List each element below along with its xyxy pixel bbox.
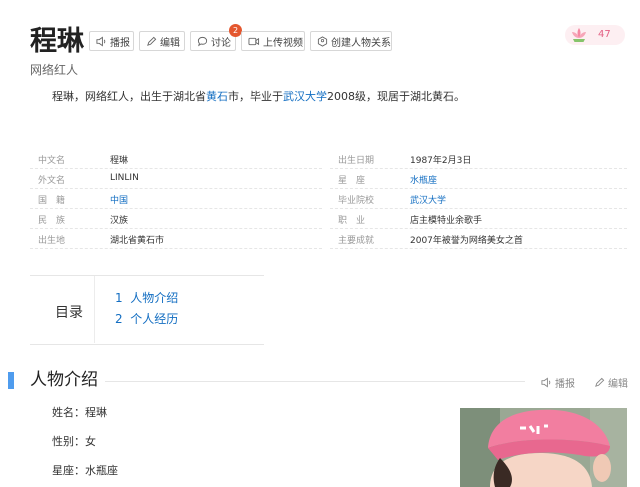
info-row: 国 籍 中国 (30, 189, 322, 209)
info-label: 民 族 (38, 216, 66, 226)
info-value: 湖北省黄石市 (110, 236, 165, 246)
create-relation-label: 创建人物关系 (331, 37, 391, 49)
catalog-divider (94, 276, 95, 343)
catalog-item-text: 个人经历 (130, 312, 179, 326)
chat-bubble-icon (197, 36, 208, 46)
pencil-icon (147, 36, 157, 46)
catalog-item-number: 2 (115, 312, 123, 326)
intro-line: 姓名：程琳 (52, 406, 107, 419)
info-value: 2007年被誉为网络美女之首 (410, 236, 523, 246)
like-count: 47 (598, 29, 611, 40)
info-label: 中文名 (38, 156, 66, 166)
info-value: 汉族 (110, 216, 129, 226)
speaker-icon (96, 35, 106, 47)
link-wuhan-university[interactable]: 武汉大学 (283, 90, 327, 103)
info-row: 外文名 LINLIN (30, 169, 322, 189)
section-edit-button[interactable]: 编辑 (594, 375, 628, 390)
catalog-item[interactable]: 1 人物介绍 (115, 289, 178, 306)
pencil-icon (595, 377, 605, 387)
lotus-icon (572, 28, 586, 42)
intro-line: 星座：水瓶座 (52, 464, 118, 477)
relation-icon (317, 35, 328, 47)
page-title: 程琳 (30, 26, 84, 57)
section-title: 人物介绍 (30, 370, 98, 390)
info-row: 职 业 店主模特业余歌手 (330, 209, 627, 229)
info-value: 店主模特业余歌手 (410, 216, 483, 226)
info-row: 中文名 程琳 (30, 149, 322, 169)
person-photo-image (460, 408, 627, 487)
video-icon (248, 37, 260, 45)
edit-button[interactable]: 编辑 (139, 31, 185, 51)
create-relation-button[interactable]: 创建人物关系 (310, 31, 392, 51)
edit-label: 编辑 (160, 37, 180, 49)
summary-part: 市，毕业于 (228, 90, 283, 103)
info-row: 民 族 汉族 (30, 209, 322, 229)
summary-part: 2008级，现居于湖北黄石。 (327, 90, 465, 103)
page-subtitle: 网络红人 (30, 63, 79, 77)
info-value-link[interactable]: 水瓶座 (410, 173, 437, 186)
info-value-link[interactable]: 中国 (110, 193, 128, 206)
info-value-link[interactable]: 武汉大学 (410, 193, 446, 206)
broadcast-label: 播报 (110, 37, 130, 49)
info-label: 出生日期 (338, 156, 375, 166)
section-broadcast-button[interactable]: 播报 (541, 375, 575, 390)
catalog-label: 目录 (55, 305, 83, 321)
info-label: 外文名 (38, 176, 66, 186)
info-value: LINLIN (110, 173, 139, 183)
intro-line: 性别：女 (52, 435, 96, 448)
link-huangshi[interactable]: 黄石 (206, 90, 228, 103)
info-label: 主要成就 (338, 236, 375, 246)
info-label: 职 业 (338, 216, 366, 226)
info-label: 出生地 (38, 236, 66, 246)
info-label: 国 籍 (38, 196, 66, 206)
catalog-item-text: 人物介绍 (130, 291, 179, 305)
section-accent-bar (8, 372, 14, 389)
person-photo[interactable] (460, 408, 627, 487)
info-label: 星 座 (338, 176, 366, 186)
info-row: 毕业院校 武汉大学 (330, 189, 627, 209)
info-row: 主要成就 2007年被誉为网络美女之首 (330, 229, 627, 249)
info-value: 1987年2月3日 (410, 156, 472, 166)
info-row: 星 座 水瓶座 (330, 169, 627, 189)
speaker-icon (541, 377, 551, 388)
upload-video-label: 上传视频 (263, 37, 303, 49)
basic-info-right: 出生日期 1987年2月3日 星 座 水瓶座 毕业院校 武汉大学 职 业 店主模特业余歌… (330, 149, 627, 249)
upload-video-button[interactable]: 上传视频 (241, 31, 305, 51)
info-row: 出生日期 1987年2月3日 (330, 149, 627, 169)
broadcast-button[interactable]: 播报 (89, 31, 134, 51)
section-divider (105, 381, 525, 382)
info-label: 毕业院校 (338, 196, 375, 206)
catalog-item[interactable]: 2 个人经历 (115, 310, 178, 327)
info-row: 出生地 湖北省黄石市 (30, 229, 322, 249)
section-edit-label: 编辑 (608, 379, 628, 390)
basic-info-left: 中文名 程琳 外文名 LINLIN 国 籍 中国 民 族 汉族 出生地 湖北省黄石市 (30, 149, 322, 249)
info-value: 程琳 (110, 156, 129, 166)
discuss-label: 讨论 (211, 37, 231, 49)
summary-part: 程琳，网络红人，出生于湖北省 (52, 90, 206, 103)
section-broadcast-label: 播报 (555, 379, 575, 390)
catalog-item-number: 1 (115, 291, 123, 305)
summary-text: 程琳，网络红人，出生于湖北省黄石市，毕业于武汉大学2008级，现居于湖北黄石。 (52, 88, 465, 104)
